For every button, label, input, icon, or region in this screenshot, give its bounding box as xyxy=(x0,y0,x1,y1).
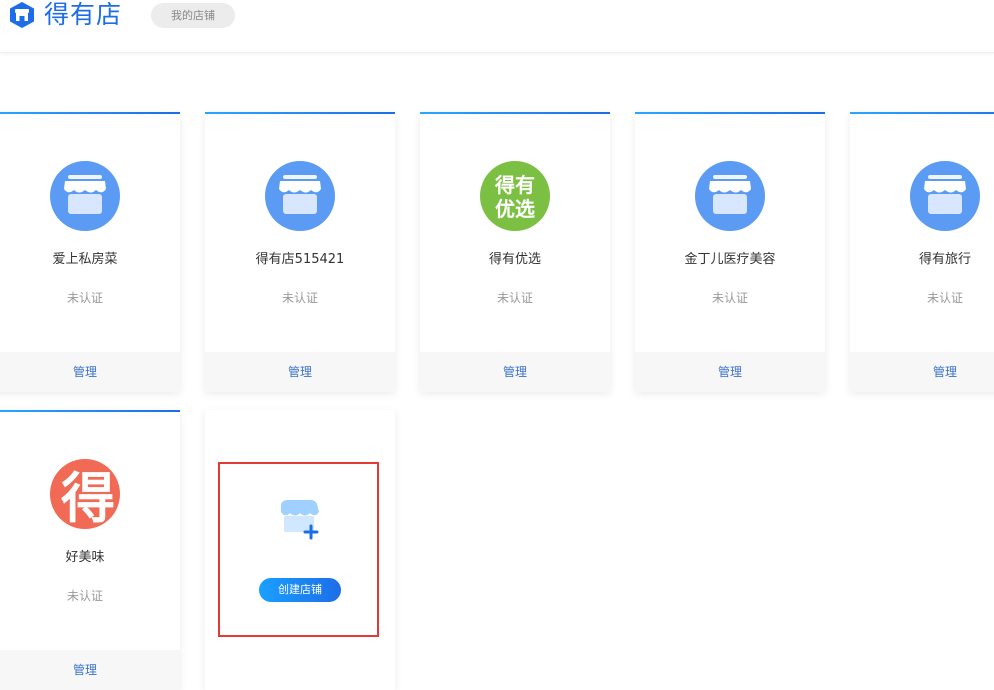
text-logo-avatar: 得有 优选 xyxy=(480,161,550,231)
manage-button[interactable]: 管理 xyxy=(635,352,825,392)
store-logo-icon xyxy=(10,2,34,28)
card-top-accent xyxy=(850,112,994,114)
shop-card: 得有店515421 未认证 管理 xyxy=(205,112,395,392)
shop-card: 得 好美味 未认证 管理 xyxy=(0,410,180,690)
store-avatar-icon xyxy=(50,161,120,231)
store-avatar-icon xyxy=(910,161,980,231)
shop-name: 得有优选 xyxy=(488,252,541,267)
shop-status: 未认证 xyxy=(711,291,748,305)
shop-status: 未认证 xyxy=(66,589,103,603)
create-shop-card: 创建店铺 xyxy=(205,410,395,690)
logo-text: 得有店 xyxy=(44,0,123,29)
card-top-accent xyxy=(635,112,825,114)
manage-button[interactable]: 管理 xyxy=(205,352,395,392)
shop-status: 未认证 xyxy=(281,291,318,305)
manage-button[interactable]: 管理 xyxy=(850,352,994,392)
card-top-accent xyxy=(0,112,180,114)
shop-card: 得有旅行 未认证 管理 xyxy=(850,112,994,392)
svg-text:得有: 得有 xyxy=(494,173,535,197)
manage-button[interactable]: 管理 xyxy=(0,650,180,690)
shop-name: 得有店515421 xyxy=(255,252,345,267)
shop-card: 金丁儿医疗美容 未认证 管理 xyxy=(635,112,825,392)
manage-button[interactable]: 管理 xyxy=(0,352,180,392)
shop-status: 未认证 xyxy=(926,291,963,305)
shop-status: 未认证 xyxy=(66,291,103,305)
shop-name: 好美味 xyxy=(65,550,105,565)
card-top-accent xyxy=(205,112,395,114)
shop-card: 得有 优选 得有优选 未认证 管理 xyxy=(420,112,610,392)
shop-card: 爱上私房菜 未认证 管理 xyxy=(0,112,180,392)
shop-name: 金丁儿医疗美容 xyxy=(684,252,776,267)
manage-button[interactable]: 管理 xyxy=(420,352,610,392)
my-shops-tab[interactable]: 我的店铺 xyxy=(151,3,235,28)
top-header: 得有店 我的店铺 xyxy=(0,0,994,53)
svg-text:优选: 优选 xyxy=(495,197,535,221)
card-top-accent xyxy=(420,112,610,114)
shop-name: 爱上私房菜 xyxy=(52,252,118,267)
shop-name: 得有旅行 xyxy=(918,252,971,267)
store-avatar-icon xyxy=(265,161,335,231)
app-logo[interactable]: 得有店 xyxy=(8,0,122,30)
create-shop-highlight-box xyxy=(218,462,379,637)
card-top-accent xyxy=(0,410,180,412)
store-add-icon xyxy=(281,500,319,540)
shop-status: 未认证 xyxy=(496,291,533,305)
store-avatar-icon xyxy=(695,161,765,231)
svg-text:得: 得 xyxy=(61,467,115,529)
char-logo-avatar: 得 xyxy=(50,459,120,529)
create-shop-button[interactable]: 创建店铺 xyxy=(259,578,341,602)
